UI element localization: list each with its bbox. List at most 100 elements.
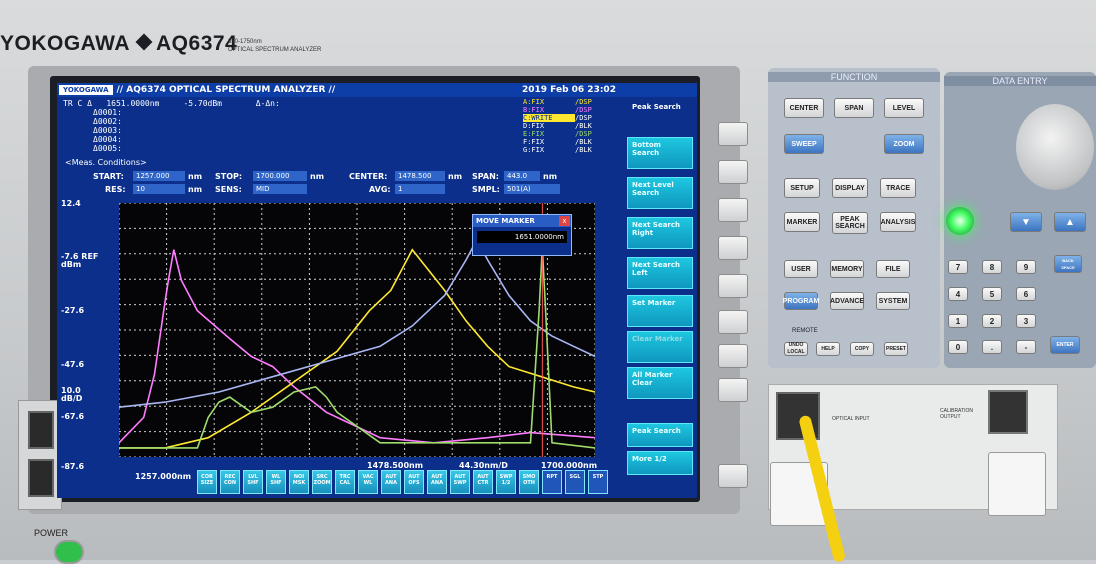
arrow-down-icon[interactable]: ▼ xyxy=(1010,212,1042,232)
memory-key[interactable]: MEMORY xyxy=(830,260,864,278)
peak-search-key[interactable]: PEAK SEARCH xyxy=(832,212,868,234)
y-tick-label: -47.6 xyxy=(61,360,85,369)
softkey-bottom-search[interactable]: Bottom Search xyxy=(627,137,693,169)
bottom-softkey[interactable]: LVL SHF xyxy=(243,470,263,494)
calibration-output-port[interactable] xyxy=(988,390,1028,434)
help-key[interactable]: HELP xyxy=(816,342,840,356)
move-marker-dialog[interactable]: MOVE MARKER x 1651.0000nm xyxy=(472,214,572,256)
level-key[interactable]: LEVEL xyxy=(884,98,924,118)
file-key[interactable]: FILE xyxy=(876,260,910,278)
bottom-softkey[interactable]: COR SIZE xyxy=(197,470,217,494)
center-value[interactable]: 1478.500 xyxy=(395,171,445,181)
softkey-next-search-left[interactable]: Next Search Left xyxy=(627,257,693,289)
softkey-peak-search[interactable]: Peak Search xyxy=(627,99,693,131)
arrow-up-icon[interactable]: ▲ xyxy=(1054,212,1086,232)
x-perdiv-label: 44.30nm/D xyxy=(459,461,508,470)
analysis-key[interactable]: ANALYSIS xyxy=(880,212,916,232)
program-key[interactable]: PROGRAM xyxy=(783,292,819,310)
move-marker-value[interactable]: 1651.0000nm xyxy=(477,231,567,243)
center-key[interactable]: CENTER xyxy=(784,98,824,118)
span-value[interactable]: 443.0 xyxy=(504,171,540,181)
undo-local-key[interactable]: UNDO LOCAL xyxy=(784,342,808,356)
zoom-key[interactable]: ZOOM xyxy=(884,134,924,154)
bottom-softkey[interactable]: VAC WL xyxy=(358,470,378,494)
bottom-softkey[interactable]: AUT OFS xyxy=(404,470,424,494)
bottom-softkey[interactable]: WL SHF xyxy=(266,470,286,494)
key-5[interactable]: 5 xyxy=(982,287,1002,301)
screen-header: YOKOGAWA // AQ6374 OPTICAL SPECTRUM ANAL… xyxy=(57,83,697,97)
user-key[interactable]: USER xyxy=(784,260,818,278)
key-4[interactable]: 4 xyxy=(948,287,968,301)
softkey-8[interactable] xyxy=(718,378,748,402)
trace-status-item: D:FIX/BLK xyxy=(523,122,592,130)
softkey-next-level-search[interactable]: Next Level Search xyxy=(627,177,693,209)
softkey-9[interactable] xyxy=(718,464,748,488)
y-tick-label: 12.4 xyxy=(61,199,81,208)
port-cover[interactable] xyxy=(988,452,1046,516)
bottom-softkey[interactable]: TRC CAL xyxy=(335,470,355,494)
bottom-softkey[interactable]: AUT ANA xyxy=(381,470,401,494)
span-key[interactable]: SPAN xyxy=(834,98,874,118)
rotary-knob-icon[interactable] xyxy=(1016,104,1094,190)
display-key[interactable]: DISPLAY xyxy=(832,178,868,198)
softkey-5[interactable] xyxy=(718,274,748,298)
res-value[interactable]: 10 xyxy=(133,184,185,194)
key-2[interactable]: 2 xyxy=(982,314,1002,328)
back-space-key[interactable]: BACK SPACE xyxy=(1054,255,1082,273)
usb-ports[interactable] xyxy=(18,400,62,510)
bottom-softkey[interactable]: AUT CTR xyxy=(473,470,493,494)
power-button[interactable] xyxy=(54,540,84,564)
trace-key[interactable]: TRACE xyxy=(880,178,916,198)
softkey-next-search-right[interactable]: Next Search Right xyxy=(627,217,693,249)
bottom-softkey[interactable]: SWP 1/2 xyxy=(496,470,516,494)
marker-key[interactable]: MARKER xyxy=(784,212,820,232)
bottom-softkey[interactable]: SGL xyxy=(565,470,585,494)
enter-key[interactable]: ENTER xyxy=(1050,336,1080,354)
softkey-all-marker-clear[interactable]: All Marker Clear xyxy=(627,367,693,399)
softkey-6[interactable] xyxy=(718,310,748,334)
key-minus[interactable]: - xyxy=(1016,340,1036,354)
key-1[interactable]: 1 xyxy=(948,314,968,328)
softkey-1[interactable] xyxy=(718,122,748,146)
key-9[interactable]: 9 xyxy=(1016,260,1036,274)
setup-key[interactable]: SETUP xyxy=(784,178,820,198)
start-value[interactable]: 1257.000 xyxy=(133,171,185,181)
stop-value[interactable]: 1700.000 xyxy=(253,171,307,181)
key-3[interactable]: 3 xyxy=(1016,314,1036,328)
bottom-softkey[interactable]: NOI MSK xyxy=(289,470,309,494)
advance-key[interactable]: ADVANCE xyxy=(830,292,864,310)
softkey-more[interactable]: More 1/2 xyxy=(627,451,693,475)
softkey-4[interactable] xyxy=(718,236,748,260)
bottom-softkey[interactable]: RPT xyxy=(542,470,562,494)
bottom-softkey[interactable]: SRC ZOOM xyxy=(312,470,332,494)
copy-key[interactable]: COPY xyxy=(850,342,874,356)
softkey-set-marker[interactable]: Set Marker xyxy=(627,295,693,327)
key-0[interactable]: 0 xyxy=(948,340,968,354)
brand-logo: YOKOGAWA AQ6374 xyxy=(0,32,238,55)
sweep-key[interactable]: SWEEP xyxy=(784,134,824,154)
key-7[interactable]: 7 xyxy=(948,260,968,274)
usb-slot-icon[interactable] xyxy=(28,411,54,449)
bottom-softkey[interactable]: AUT ANA xyxy=(427,470,447,494)
close-icon[interactable]: x xyxy=(559,216,570,226)
softkey-peak-search-2[interactable]: Peak Search xyxy=(627,423,693,447)
delta-item: Δ0004: xyxy=(93,135,122,144)
softkey-clear-marker[interactable]: Clear Marker xyxy=(627,331,693,363)
bottom-softkey[interactable]: SMO OTH xyxy=(519,470,539,494)
key-6[interactable]: 6 xyxy=(1016,287,1036,301)
key-dot[interactable]: . xyxy=(982,340,1002,354)
sens-value[interactable]: MID xyxy=(253,184,307,194)
softkey-2[interactable] xyxy=(718,160,748,184)
smpl-value[interactable]: 501(A) xyxy=(504,184,560,194)
bottom-softkey[interactable]: AUT SWP xyxy=(450,470,470,494)
system-key[interactable]: SYSTEM xyxy=(876,292,910,310)
y-tick-label: -27.6 xyxy=(61,306,85,315)
softkey-3[interactable] xyxy=(718,198,748,222)
bottom-softkey[interactable]: STP xyxy=(588,470,608,494)
bottom-softkey[interactable]: REC CON xyxy=(220,470,240,494)
usb-slot-icon[interactable] xyxy=(28,459,54,497)
key-8[interactable]: 8 xyxy=(982,260,1002,274)
avg-value[interactable]: 1 xyxy=(395,184,445,194)
softkey-7[interactable] xyxy=(718,344,748,368)
preset-key[interactable]: PRESET xyxy=(884,342,908,356)
